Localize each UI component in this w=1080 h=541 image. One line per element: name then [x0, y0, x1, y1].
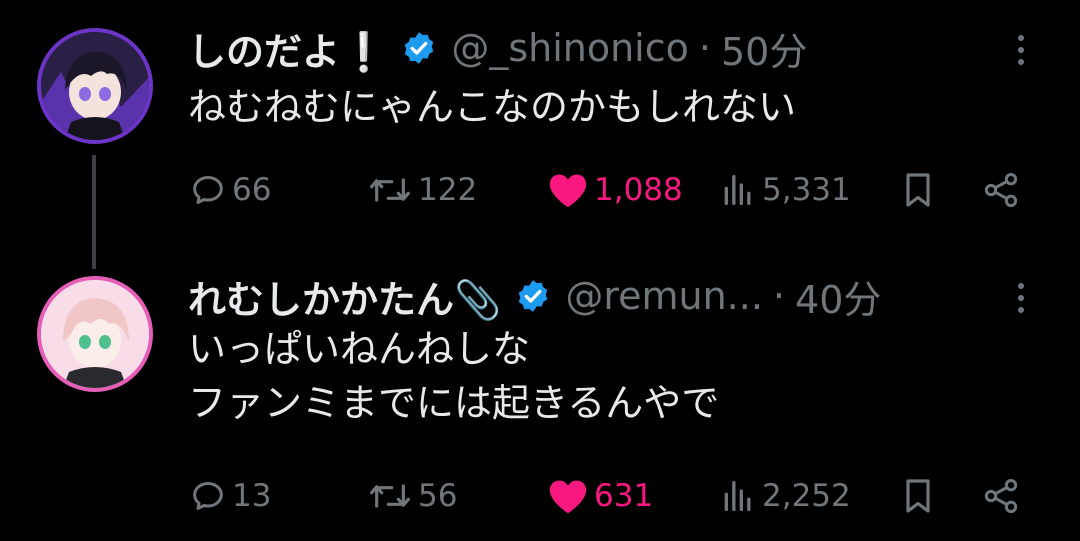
share-button[interactable]	[980, 160, 1022, 220]
reply-icon	[193, 176, 223, 204]
like-button[interactable]: 631	[546, 466, 653, 526]
separator: ·	[772, 274, 786, 318]
heart-filled-icon	[549, 480, 587, 514]
like-count: 1,088	[594, 172, 683, 208]
handle[interactable]: @_shinonico	[451, 26, 689, 70]
retweet-icon	[370, 484, 410, 508]
retweet-count: 122	[418, 172, 478, 208]
tweet[interactable]: しのだよ❕ @_shinonico · 50分 ねむねむにゃんこなのかもしれない…	[0, 0, 1080, 270]
tweet[interactable]: れむしかかたん📎 @remun... · 40分 いっぱいねんねしな ファンミま…	[0, 270, 1080, 541]
views-chart-icon	[724, 175, 751, 205]
bookmark-button[interactable]	[898, 466, 938, 526]
share-icon	[984, 479, 1018, 513]
views-count: 5,331	[762, 172, 851, 208]
tweet-actions: 66 122 1,088 5,331	[0, 160, 1080, 220]
views-count: 2,252	[762, 478, 851, 514]
verified-badge-icon[interactable]	[515, 278, 551, 314]
avatar-image	[41, 32, 149, 140]
tweet-header: れむしかかたん📎 @remun... · 40分	[188, 270, 881, 322]
display-name[interactable]: しのだよ❕	[188, 21, 387, 76]
timestamp[interactable]: 40分	[795, 269, 881, 324]
retweet-button[interactable]: 56	[366, 466, 457, 526]
like-count: 631	[594, 478, 654, 514]
reply-button[interactable]: 13	[188, 466, 271, 526]
handle[interactable]: @remun...	[565, 274, 763, 318]
tweet-text-line: ねむねむにゃんこなのかもしれない	[188, 85, 797, 129]
views-button[interactable]: 5,331	[718, 160, 851, 220]
share-icon	[984, 173, 1018, 207]
bookmark-icon	[906, 479, 930, 513]
heart-filled-icon	[549, 174, 587, 208]
like-button[interactable]: 1,088	[546, 160, 683, 220]
retweet-button[interactable]: 122	[366, 160, 477, 220]
reply-count: 66	[232, 172, 272, 208]
reply-button[interactable]: 66	[188, 160, 271, 220]
reply-count: 13	[232, 478, 272, 514]
tweet-text-line: ファンミまでには起きるんやで	[188, 381, 720, 425]
more-options-icon[interactable]	[1008, 28, 1034, 72]
views-button[interactable]: 2,252	[718, 466, 851, 526]
views-chart-icon	[724, 481, 751, 511]
retweet-count: 56	[418, 478, 458, 514]
avatar[interactable]	[37, 28, 153, 144]
tweet-actions: 13 56 631 2,252	[0, 466, 1080, 526]
display-name[interactable]: れむしかかたん📎	[188, 269, 501, 324]
retweet-icon	[370, 178, 410, 202]
bookmark-icon	[906, 173, 930, 207]
tweet-header: しのだよ❕ @_shinonico · 50分	[188, 22, 807, 74]
avatar[interactable]	[37, 276, 153, 392]
timestamp[interactable]: 50分	[721, 21, 807, 76]
reply-icon	[193, 482, 223, 510]
tweet-text-line: いっぱいねんねしな	[188, 327, 531, 371]
share-button[interactable]	[980, 466, 1022, 526]
separator: ·	[698, 26, 711, 70]
more-options-icon[interactable]	[1008, 276, 1034, 320]
bookmark-button[interactable]	[898, 160, 938, 220]
avatar-image	[41, 280, 149, 388]
tweet-text: いっぱいねんねしな ファンミまでには起きるんやで	[188, 322, 719, 430]
verified-badge-icon[interactable]	[401, 30, 437, 66]
tweet-text: ねむねむにゃんこなのかもしれない	[188, 80, 796, 134]
